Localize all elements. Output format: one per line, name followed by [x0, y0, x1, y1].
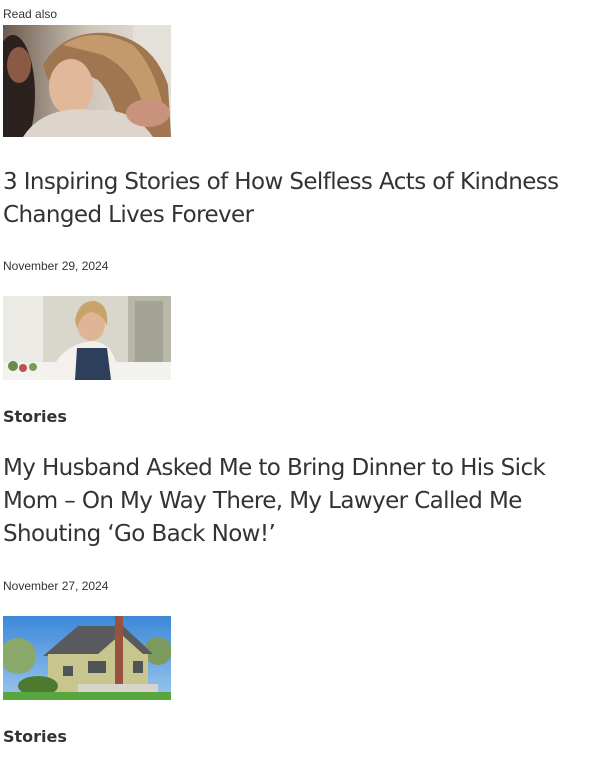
headline-line: My Husband Asked Me to Bring Dinner to H…: [3, 455, 546, 481]
photo-house-image: [3, 616, 171, 700]
article-thumbnail-2[interactable]: [3, 296, 171, 380]
article-category-3[interactable]: Stories: [3, 726, 67, 748]
headline-line: 3 Inspiring Stories of How Selfless Acts…: [3, 169, 559, 195]
photo-woman-cooking-image: [3, 296, 171, 380]
read-also-label: Read also: [3, 7, 58, 21]
headline-line: Shouting ‘Go Back Now!’: [3, 521, 276, 547]
article-headline-2[interactable]: My Husband Asked Me to Bring Dinner to H…: [3, 452, 597, 551]
article-headline-1[interactable]: 3 Inspiring Stories of How Selfless Acts…: [3, 166, 597, 232]
headline-line: Mom – On My Way There, My Lawyer Called …: [3, 488, 522, 514]
article-date-1: November 29, 2024: [3, 259, 109, 273]
article-date-2: November 27, 2024: [3, 579, 109, 593]
headline-line: Changed Lives Forever: [3, 202, 254, 228]
article-thumbnail-1[interactable]: [3, 25, 171, 137]
photo-woman-comforted-image: [3, 25, 171, 137]
article-category-2[interactable]: Stories: [3, 406, 67, 428]
article-thumbnail-3[interactable]: [3, 616, 171, 700]
